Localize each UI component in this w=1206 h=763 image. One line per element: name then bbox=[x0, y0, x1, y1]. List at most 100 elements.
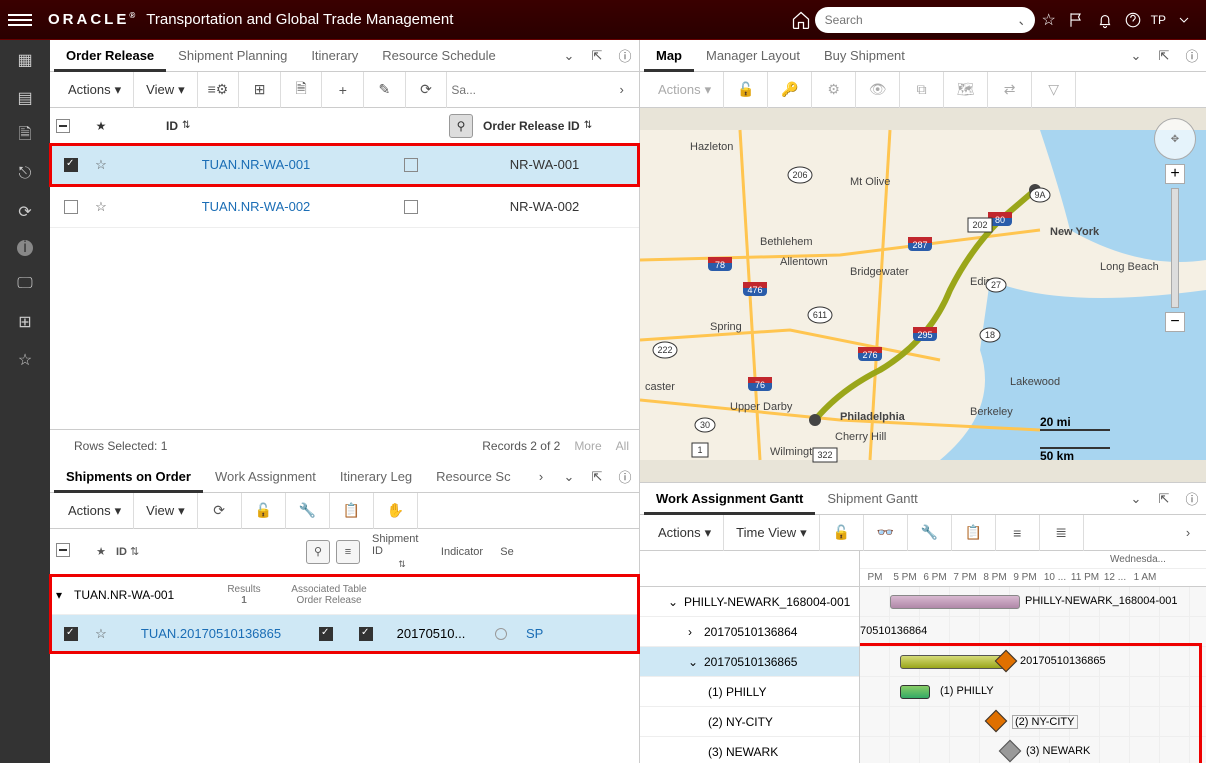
collapse-icon[interactable]: ⌄ bbox=[559, 467, 579, 487]
tab-shipment-planning[interactable]: Shipment Planning bbox=[166, 40, 299, 72]
check1[interactable] bbox=[319, 627, 333, 641]
map-canvas[interactable]: New York Philadelphia Bethlehem Allentow… bbox=[640, 108, 1206, 483]
row-checkbox[interactable] bbox=[64, 200, 78, 214]
wrench-icon[interactable]: 🔧 bbox=[286, 493, 330, 529]
sidebar-refresh-icon[interactable]: ⟳ bbox=[15, 202, 35, 222]
info-icon[interactable]: ⓘ bbox=[1182, 46, 1202, 66]
view-button[interactable]: View ▾ bbox=[134, 493, 197, 529]
actions-button[interactable]: Actions ▾ bbox=[56, 493, 134, 529]
tab-itinerary[interactable]: Itinerary bbox=[299, 40, 370, 72]
menu-icon[interactable] bbox=[8, 14, 32, 26]
chevron-down-icon[interactable] bbox=[1170, 6, 1198, 34]
home-icon[interactable] bbox=[787, 6, 815, 34]
gantt-row[interactable]: ⌄PHILLY-NEWARK_168004-001 bbox=[640, 587, 859, 617]
list-icon[interactable]: ≡ bbox=[336, 540, 360, 564]
group-row[interactable]: ▾ TUAN.NR-WA-001 Results1 Associated Tab… bbox=[50, 575, 639, 615]
sidebar-tree-icon[interactable]: ⎋ bbox=[15, 164, 35, 184]
refresh-icon[interactable]: ⟳ bbox=[198, 493, 242, 529]
row-checkbox[interactable] bbox=[64, 627, 78, 641]
settings-icon[interactable]: ≡⚙ bbox=[198, 72, 240, 108]
sidebar-star-icon[interactable]: ☆ bbox=[15, 350, 35, 370]
export-icon[interactable]: 🗎 bbox=[281, 72, 323, 108]
popout-icon[interactable]: ⇱ bbox=[1154, 46, 1174, 66]
shipment-row[interactable]: ☆ TUAN.20170510136865 20170510... SP bbox=[50, 615, 639, 653]
info-icon[interactable]: ⓘ bbox=[615, 46, 635, 66]
key-icon[interactable]: 🔑 bbox=[768, 72, 812, 108]
popout-icon[interactable]: ⇱ bbox=[587, 467, 607, 487]
view-button[interactable]: View ▾ bbox=[134, 72, 197, 108]
tab-work-assignment-gantt[interactable]: Work Assignment Gantt bbox=[644, 483, 815, 515]
actions-button[interactable]: Actions ▾ bbox=[646, 515, 724, 551]
glasses-icon[interactable]: 👓 bbox=[864, 515, 908, 551]
order-row-2[interactable]: ☆ TUAN.NR-WA-002 NR-WA-002 bbox=[50, 186, 639, 228]
actions-button[interactable]: Actions ▾ bbox=[646, 72, 724, 108]
sidebar-table-icon[interactable]: ⊞ bbox=[15, 312, 35, 332]
pin-icon[interactable]: ⚲ bbox=[306, 540, 330, 564]
info-icon[interactable]: ⓘ bbox=[1182, 489, 1202, 509]
unlock-icon[interactable]: 🔓 bbox=[724, 72, 768, 108]
row-checkbox[interactable] bbox=[64, 158, 78, 172]
gantt-timeline[interactable]: Wednesda... PM5 PM6 PM7 PM8 PM9 PM10 ...… bbox=[860, 551, 1206, 763]
pin-checkbox[interactable] bbox=[404, 158, 418, 172]
filter-icon[interactable]: ▽ bbox=[1032, 72, 1076, 108]
order-id-link[interactable]: TUAN.NR-WA-002 bbox=[116, 199, 396, 214]
star-icon[interactable]: ☆ bbox=[86, 157, 116, 173]
zoom-in-button[interactable]: + bbox=[1165, 164, 1185, 184]
clipboard-icon[interactable]: 📋 bbox=[952, 515, 996, 551]
star-icon[interactable]: ☆ bbox=[1035, 6, 1063, 34]
search-input[interactable] bbox=[825, 13, 1011, 27]
tab-shipments-on-order[interactable]: Shipments on Order bbox=[54, 461, 203, 493]
gantt-row[interactable]: ⌄20170510136865 bbox=[640, 647, 859, 677]
gantt-row[interactable]: (2) NY-CITY bbox=[640, 707, 859, 737]
sync-icon[interactable]: ⇄ bbox=[988, 72, 1032, 108]
sidebar-layers-icon[interactable]: ▤ bbox=[15, 88, 35, 108]
refresh-icon[interactable]: ⟳ bbox=[406, 72, 448, 108]
tab-order-release[interactable]: Order Release bbox=[54, 40, 166, 72]
gantt-icon[interactable]: ≣ bbox=[1040, 515, 1084, 551]
flag-icon[interactable] bbox=[1063, 6, 1091, 34]
select-all-checkbox[interactable] bbox=[56, 543, 70, 557]
scroll-right-icon[interactable]: › bbox=[531, 467, 551, 487]
wrench-icon[interactable]: 🔧 bbox=[908, 515, 952, 551]
info-icon[interactable]: ⓘ bbox=[615, 467, 635, 487]
time-view-button[interactable]: Time View ▾ bbox=[724, 515, 820, 551]
unlock-icon[interactable]: 🔓 bbox=[242, 493, 286, 529]
collapse-icon[interactable]: ⌄ bbox=[1126, 46, 1146, 66]
star-icon[interactable]: ☆ bbox=[86, 626, 116, 642]
sidebar-monitor-icon[interactable]: 🖵 bbox=[15, 274, 35, 294]
gantt-row[interactable]: (3) NEWARK bbox=[640, 737, 859, 763]
bell-icon[interactable] bbox=[1091, 6, 1119, 34]
gear-icon[interactable]: ⚙ bbox=[812, 72, 856, 108]
tab-resource-sc[interactable]: Resource Sc bbox=[424, 461, 522, 493]
filter-input[interactable] bbox=[447, 79, 610, 101]
check2[interactable] bbox=[359, 627, 373, 641]
add-icon[interactable]: + bbox=[322, 72, 364, 108]
gantt-row[interactable]: (1) PHILLY bbox=[640, 677, 859, 707]
order-row-1[interactable]: ☆ TUAN.NR-WA-001 NR-WA-001 bbox=[50, 144, 639, 186]
link-icon[interactable]: ⧉ bbox=[900, 72, 944, 108]
tab-work-assignment[interactable]: Work Assignment bbox=[203, 461, 328, 493]
popout-icon[interactable]: ⇱ bbox=[587, 46, 607, 66]
scroll-right-icon[interactable]: › bbox=[610, 82, 633, 97]
actions-button[interactable]: Actions ▾ bbox=[56, 72, 134, 108]
help-icon[interactable] bbox=[1119, 6, 1147, 34]
scroll-right-icon[interactable]: › bbox=[1176, 525, 1200, 540]
order-id-link[interactable]: TUAN.NR-WA-001 bbox=[116, 157, 396, 172]
tab-resource-schedule[interactable]: Resource Schedule bbox=[370, 40, 507, 72]
tab-itinerary-leg[interactable]: Itinerary Leg bbox=[328, 461, 424, 493]
pin-checkbox[interactable] bbox=[404, 200, 418, 214]
collapse-icon[interactable]: ⌄ bbox=[559, 46, 579, 66]
edit-icon[interactable]: ✎ bbox=[364, 72, 406, 108]
tab-map[interactable]: Map bbox=[644, 40, 694, 72]
zoom-out-button[interactable]: − bbox=[1165, 312, 1185, 332]
collapse-icon[interactable]: ⌄ bbox=[1126, 489, 1146, 509]
map-icon[interactable]: 🗺 bbox=[944, 72, 988, 108]
unlock-icon[interactable]: 🔓 bbox=[820, 515, 864, 551]
sidebar-info-icon[interactable]: i bbox=[17, 240, 33, 256]
bars-icon[interactable]: ≡ bbox=[996, 515, 1040, 551]
gantt-row[interactable]: ›20170510136864 bbox=[640, 617, 859, 647]
tab-shipment-gantt[interactable]: Shipment Gantt bbox=[815, 483, 929, 515]
star-icon[interactable]: ☆ bbox=[86, 199, 116, 215]
map-pan-control[interactable]: ✥ bbox=[1154, 118, 1196, 160]
sidebar-grid-icon[interactable]: ▦ bbox=[15, 50, 35, 70]
